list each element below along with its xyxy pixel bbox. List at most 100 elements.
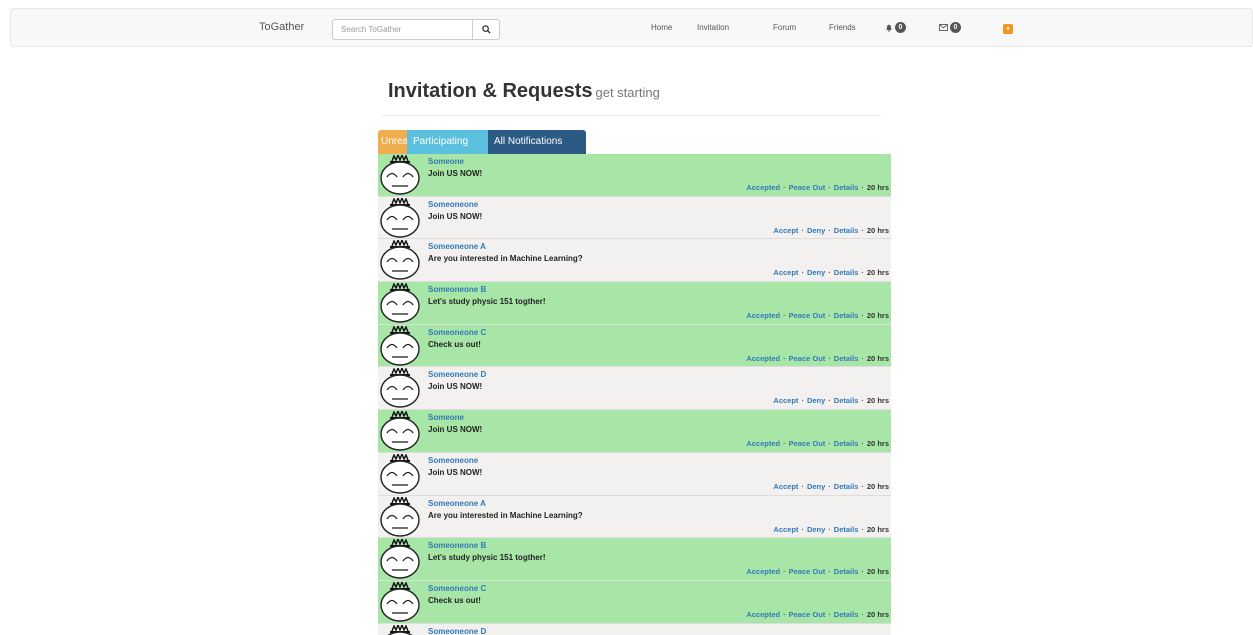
notification-message: Join US NOW! bbox=[428, 425, 483, 435]
bell-icon bbox=[886, 24, 892, 32]
timestamp: 20 hrs bbox=[866, 268, 889, 278]
search-icon bbox=[481, 25, 491, 34]
sender-link[interactable]: Someoneone C bbox=[428, 328, 486, 337]
avatar-icon bbox=[380, 539, 420, 579]
messages-button[interactable]: 0 bbox=[939, 22, 961, 33]
action-separator: · bbox=[783, 609, 786, 619]
sender-link[interactable]: Someoneone D bbox=[428, 370, 486, 379]
nav-link-home[interactable]: Home bbox=[651, 23, 672, 32]
action-separator: · bbox=[828, 225, 831, 235]
notification-actions: Accept · Deny · Details · 20 hrs bbox=[773, 396, 889, 405]
action-peace-out-link[interactable]: Peace Out bbox=[789, 567, 826, 576]
notification-actions: Accepted · Peace Out · Details · 20 hrs bbox=[746, 610, 889, 619]
nav-link-forum[interactable]: Forum bbox=[773, 23, 796, 32]
action-deny-link[interactable]: Deny bbox=[807, 396, 825, 405]
timestamp: 20 hrs bbox=[866, 481, 889, 491]
sender-link[interactable]: Someoneone C bbox=[428, 584, 486, 593]
avatar-icon bbox=[380, 155, 420, 195]
notification-item: Someoneone Join US NOW! Accept · Deny · Detail… bbox=[378, 452, 891, 496]
action-accept-link[interactable]: Accept bbox=[773, 268, 798, 277]
avatar-icon bbox=[380, 283, 420, 323]
notification-actions: Accept · Deny · Details · 20 hrs bbox=[773, 268, 889, 277]
notification-item: Someoneone D bbox=[378, 623, 891, 635]
action-deny-link[interactable]: Deny bbox=[807, 268, 825, 277]
action-accept-link[interactable]: Accept bbox=[773, 482, 798, 491]
notification-actions: Accepted · Peace Out · Details · 20 hrs bbox=[746, 183, 889, 192]
action-separator: · bbox=[828, 268, 831, 278]
action-details-link[interactable]: Details bbox=[834, 567, 859, 576]
brand-logo[interactable]: ToGather bbox=[259, 21, 304, 33]
action-accepted-link[interactable]: Accepted bbox=[746, 439, 780, 448]
avatar-icon bbox=[380, 325, 420, 366]
action-accept-link[interactable]: Accept bbox=[773, 525, 798, 534]
action-details-link[interactable]: Details bbox=[834, 311, 859, 320]
action-details-link[interactable]: Details bbox=[834, 482, 859, 491]
sender-link[interactable]: Someoneone A bbox=[428, 242, 486, 251]
notification-actions: Accepted · Peace Out · Details · 20 hrs bbox=[746, 354, 889, 363]
notifications-button[interactable]: 0 bbox=[885, 22, 906, 33]
action-details-link[interactable]: Details bbox=[834, 354, 859, 363]
action-details-link[interactable]: Details bbox=[834, 268, 859, 277]
avatar-icon bbox=[380, 453, 420, 494]
action-peace-out-link[interactable]: Peace Out bbox=[789, 439, 826, 448]
nav-link-invitation[interactable]: Invitation bbox=[697, 23, 729, 32]
action-separator: · bbox=[828, 353, 831, 363]
action-separator: · bbox=[861, 183, 864, 192]
action-separator: · bbox=[828, 396, 831, 406]
action-peace-out-link[interactable]: Peace Out bbox=[789, 311, 826, 320]
search-input[interactable] bbox=[332, 19, 472, 40]
search-button[interactable] bbox=[472, 19, 500, 40]
action-separator: · bbox=[828, 439, 831, 449]
notification-message: Let's study physic 151 togther! bbox=[428, 297, 546, 307]
tab-all-notifications[interactable]: All Notifications bbox=[488, 130, 586, 154]
avatar-icon bbox=[380, 368, 420, 409]
action-accepted-link[interactable]: Accepted bbox=[746, 567, 780, 576]
action-deny-link[interactable]: Deny bbox=[807, 525, 825, 534]
action-separator: · bbox=[861, 268, 864, 278]
sender-link[interactable]: Someone bbox=[428, 157, 464, 166]
user-menu-icon[interactable]: ● bbox=[1003, 24, 1013, 34]
action-separator: · bbox=[861, 225, 864, 235]
action-peace-out-link[interactable]: Peace Out bbox=[789, 183, 826, 192]
action-peace-out-link[interactable]: Peace Out bbox=[789, 354, 826, 363]
sender-link[interactable]: Someoneone B bbox=[428, 285, 486, 294]
action-accepted-link[interactable]: Accepted bbox=[746, 183, 780, 192]
page-title: Invitation & Requests get starting bbox=[388, 80, 660, 103]
action-details-link[interactable]: Details bbox=[834, 439, 859, 448]
notification-item: Someoneone B Let's study physic 151 togth… bbox=[378, 538, 891, 581]
title-divider bbox=[381, 115, 881, 116]
action-deny-link[interactable]: Deny bbox=[807, 226, 825, 235]
action-accepted-link[interactable]: Accepted bbox=[746, 354, 780, 363]
sender-link[interactable]: Someoneone bbox=[428, 456, 478, 465]
action-details-link[interactable]: Details bbox=[834, 525, 859, 534]
timestamp: 20 hrs bbox=[866, 609, 889, 619]
nav-link-friends[interactable]: Friends bbox=[829, 23, 856, 32]
search-form bbox=[332, 19, 500, 40]
action-accepted-link[interactable]: Accepted bbox=[746, 311, 780, 320]
sender-link[interactable]: Someoneone bbox=[428, 200, 478, 209]
timestamp: 20 hrs bbox=[866, 439, 889, 449]
action-accept-link[interactable]: Accept bbox=[773, 226, 798, 235]
notification-actions: Accepted · Peace Out · Details · 20 hrs bbox=[746, 567, 889, 576]
action-deny-link[interactable]: Deny bbox=[807, 482, 825, 491]
notification-item: Someone Join US NOW! Accepted · Peace Out · De… bbox=[378, 410, 891, 453]
action-peace-out-link[interactable]: Peace Out bbox=[789, 610, 826, 619]
action-accept-link[interactable]: Accept bbox=[773, 396, 798, 405]
notification-actions: Accept · Deny · Details · 20 hrs bbox=[773, 226, 889, 235]
sender-link[interactable]: Someoneone B bbox=[428, 541, 486, 550]
action-accepted-link[interactable]: Accepted bbox=[746, 610, 780, 619]
action-separator: · bbox=[861, 439, 864, 449]
action-details-link[interactable]: Details bbox=[834, 396, 859, 405]
action-details-link[interactable]: Details bbox=[834, 610, 859, 619]
tab-unread[interactable]: Unread bbox=[378, 130, 414, 154]
notification-message: Join US NOW! bbox=[428, 211, 483, 221]
action-separator: · bbox=[861, 311, 864, 321]
tab-participating[interactable]: Participating bbox=[407, 130, 488, 154]
notification-item: Someoneone Join US NOW! Accept · Deny · Detail… bbox=[378, 196, 891, 240]
sender-link[interactable]: Someoneone A bbox=[428, 499, 486, 508]
action-details-link[interactable]: Details bbox=[834, 183, 859, 192]
action-separator: · bbox=[828, 311, 831, 321]
sender-link[interactable]: Someoneone D bbox=[428, 627, 486, 635]
sender-link[interactable]: Someone bbox=[428, 413, 464, 422]
action-details-link[interactable]: Details bbox=[834, 226, 859, 235]
